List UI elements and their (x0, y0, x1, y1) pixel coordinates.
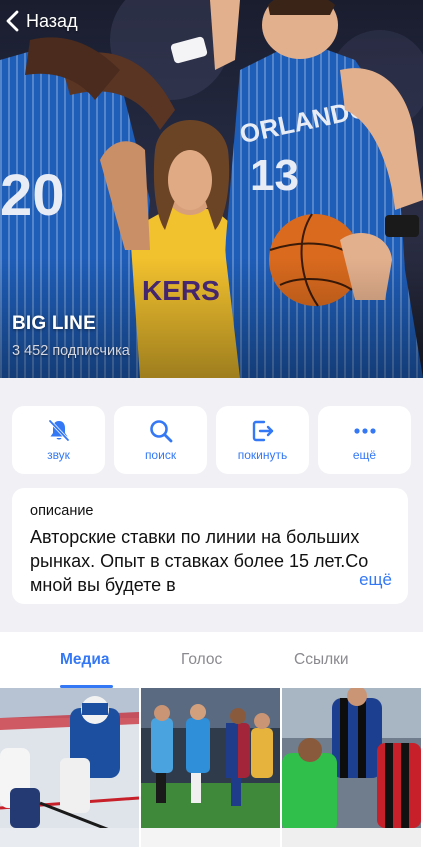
back-button[interactable]: Назад (4, 8, 78, 34)
tab-voice[interactable]: Голос (181, 651, 222, 669)
svg-text:20: 20 (0, 163, 65, 228)
soccer-photo (282, 688, 421, 847)
more-button[interactable]: ещё (318, 406, 411, 474)
description-card: описание Авторские ставки по линии на бо… (12, 488, 408, 604)
leave-button[interactable]: покинуть (216, 406, 309, 474)
media-thumbnail[interactable] (282, 688, 421, 847)
leave-label: покинуть (237, 448, 288, 462)
tab-links[interactable]: Ссылки (294, 651, 349, 669)
mute-button[interactable]: звук (12, 406, 105, 474)
channel-title: BIG LINE (12, 313, 96, 334)
hockey-photo (0, 688, 139, 847)
media-grid (0, 688, 423, 847)
subscriber-count: 3 452 подписчика (12, 343, 130, 359)
back-label: Назад (26, 10, 78, 31)
search-button[interactable]: поиск (114, 406, 207, 474)
description-label: описание (30, 503, 94, 519)
chevron-left-icon (6, 10, 19, 32)
football-photo (141, 688, 280, 847)
more-dots-icon (353, 428, 376, 434)
svg-text:13: 13 (250, 151, 299, 200)
media-thumbnail[interactable] (141, 688, 280, 847)
leave-icon (252, 420, 273, 442)
channel-actions: звук поиск покинуть ещё (12, 406, 411, 474)
description-more-link[interactable]: ещё (325, 570, 392, 590)
tab-media[interactable]: Медиа (60, 651, 110, 669)
mute-label: звук (47, 448, 70, 462)
shared-media-panel: Медиа Голос Ссылки (0, 632, 423, 847)
media-thumbnail[interactable] (0, 688, 139, 847)
media-tabs: Медиа Голос Ссылки (0, 632, 423, 688)
search-icon (149, 420, 172, 443)
bell-muted-icon (48, 419, 69, 442)
search-label: поиск (144, 448, 177, 462)
more-label: ещё (352, 448, 377, 462)
